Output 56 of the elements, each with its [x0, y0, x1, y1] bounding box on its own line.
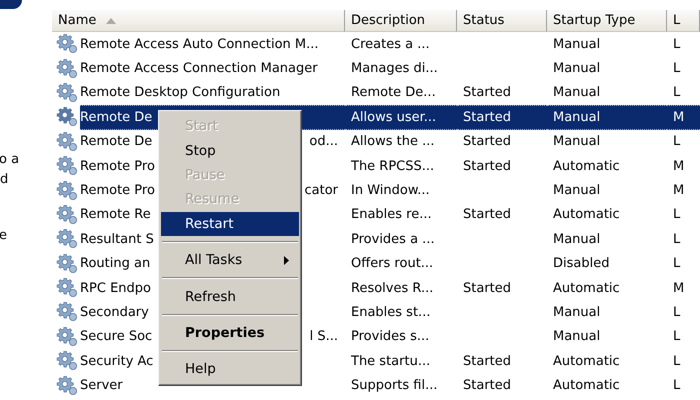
- table-cell-text: Disabled: [552, 255, 610, 274]
- table-cell-text: L: [672, 36, 682, 54]
- table-cell-text: Started: [462, 352, 512, 371]
- table-cell-text: L: [672, 206, 682, 224]
- table-cell-text: Started: [462, 377, 512, 396]
- table-cell-text: Manual: [552, 304, 602, 322]
- table-cell-text: L: [672, 84, 682, 102]
- table-cell-text: M: [672, 158, 686, 176]
- table-cell-text: L: [672, 352, 682, 371]
- table-cell-text: The startu...: [350, 352, 432, 371]
- table-cell-text: L: [672, 230, 682, 249]
- table-cell: Allows user...: [345, 105, 457, 130]
- table-cell-text: Automatic: [552, 352, 621, 371]
- table-cell-text: Creates a ...: [350, 36, 431, 54]
- table-cell-text: Manual: [552, 133, 602, 152]
- table-cell-text: Resolves R...: [350, 280, 434, 298]
- table-cell: M: [667, 105, 700, 130]
- table-cell-text: In Window...: [350, 182, 431, 200]
- table-cell-text: Automatic: [552, 206, 621, 224]
- table-cell-text: Automatic: [552, 280, 621, 298]
- table-cell-text: L: [672, 328, 682, 346]
- table-cell-text: Enables st...: [350, 304, 432, 322]
- table-cell-text: Remote De...: [350, 84, 437, 102]
- table-cell-text: Manual: [552, 84, 602, 102]
- table-cell-text: Manual: [552, 60, 602, 78]
- table-cell-text: L: [672, 133, 682, 152]
- table-cell-text: Automatic: [552, 377, 621, 396]
- table-cell: Manual: [547, 105, 667, 130]
- table-cell-text: Started: [462, 133, 512, 152]
- table-cell-text: Automatic: [552, 158, 621, 176]
- table-cell-text: Manual: [552, 230, 602, 249]
- table-cell-text: M: [672, 280, 686, 298]
- table-cell-text: Manages di...: [350, 60, 439, 78]
- cut-text: o a: [0, 152, 20, 167]
- table-cell: Started: [457, 105, 547, 130]
- table-cell-text: Started: [462, 206, 512, 224]
- table-cell-text: Offers rout...: [350, 255, 434, 274]
- table-cell-text: Manual: [552, 36, 602, 54]
- table-cell-text: Started: [462, 158, 512, 176]
- table-cell-text: Manual: [552, 328, 602, 346]
- table-cell-text: Provides s...: [350, 328, 430, 346]
- table-cell-text: L: [672, 377, 682, 396]
- table-cell-text: L: [672, 255, 682, 274]
- table-cell-text: Provides a ...: [350, 230, 436, 249]
- cut-text: d: [0, 172, 8, 187]
- table-cell-text: L: [672, 304, 682, 322]
- cut-text: e: [0, 228, 7, 243]
- table-cell-text: Allows the ...: [350, 133, 436, 152]
- table-cell-text: L: [672, 60, 682, 78]
- table-cell-text: The RPCSS...: [350, 158, 436, 176]
- table-cell-text: Manual: [552, 182, 602, 200]
- table-cell-text: Started: [462, 280, 512, 298]
- table-cell-text: Started: [462, 84, 512, 102]
- table-cell-text: M: [672, 182, 686, 200]
- table-cell-text: Supports fil...: [350, 377, 438, 396]
- table-cell-text: Enables re...: [350, 206, 433, 224]
